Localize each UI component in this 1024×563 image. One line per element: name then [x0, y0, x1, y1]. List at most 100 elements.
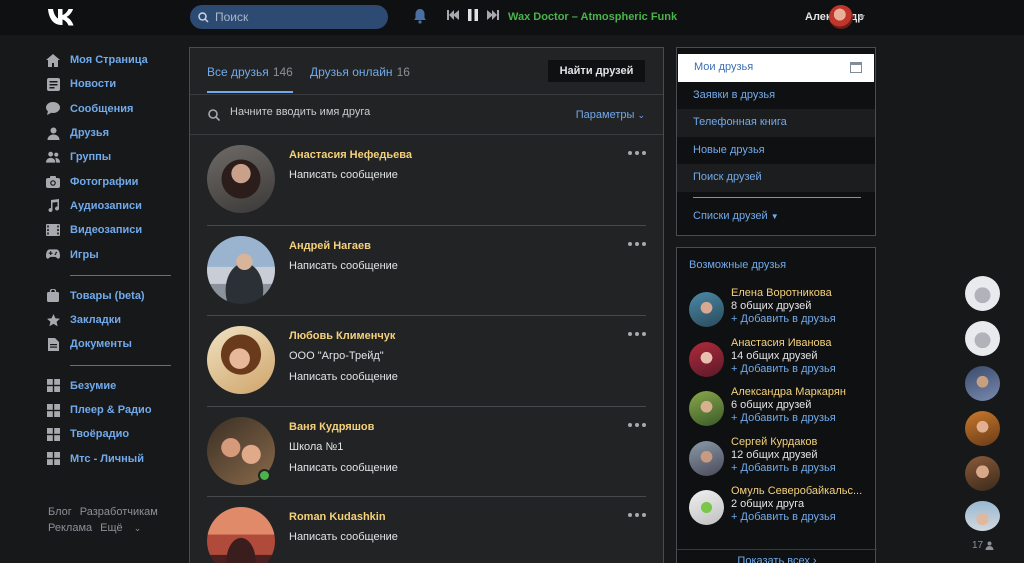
more-actions-icon[interactable] [628, 151, 646, 155]
menu-item-4[interactable]: Поиск друзей [677, 164, 875, 192]
more-actions-icon[interactable] [628, 422, 646, 427]
parameters-dropdown[interactable]: Параметры ⌄ [576, 109, 645, 121]
friends-list: Анастасия Нефедьева Написать сообщение Анд… [190, 135, 663, 563]
write-message-link[interactable]: Написать сообщение [289, 371, 398, 383]
chevron-down-icon[interactable] [859, 15, 865, 19]
add-friend-button[interactable]: + Добавить в друзья [731, 511, 836, 523]
chat-avatar[interactable] [965, 276, 1000, 311]
vk-logo-icon[interactable] [46, 6, 76, 28]
possible-friend-avatar[interactable] [689, 292, 724, 327]
friend-name[interactable]: Roman Kudashkin [289, 511, 386, 523]
write-message-link[interactable]: Написать сообщение [289, 260, 398, 272]
friend-avatar[interactable] [207, 326, 275, 394]
possible-friend-name[interactable]: Сергей Курдаков [731, 436, 817, 448]
nav-item-group1-4[interactable]: Группы [46, 145, 171, 169]
left-navigation: Моя Страница Новости Сообщения Друзья Группы… [46, 48, 171, 471]
nav-item-group1-3[interactable]: Друзья [46, 121, 171, 145]
footer-blog-link[interactable]: Блог [48, 506, 72, 518]
write-message-link[interactable]: Написать сообщение [289, 169, 398, 181]
friend-name[interactable]: Любовь Клименчук [289, 330, 395, 342]
nav-item-group1-1[interactable]: Новости [46, 72, 171, 96]
possible-friend-name[interactable]: Елена Воротникова [731, 287, 832, 299]
write-message-link[interactable]: Написать сообщение [289, 531, 398, 543]
possible-friend-avatar[interactable] [689, 490, 724, 525]
add-friend-button[interactable]: + Добавить в друзья [731, 363, 836, 375]
nav-item-group3-0[interactable]: Безумие [46, 374, 171, 398]
calendar-icon[interactable] [850, 62, 862, 73]
add-friend-button[interactable]: + Добавить в друзья [731, 462, 836, 474]
nav-item-group1-7[interactable]: Видеозаписи [46, 218, 171, 242]
footer-more-link[interactable]: Ещё ⌄ [100, 522, 149, 534]
friend-name[interactable]: Ваня Кудряшов [289, 421, 374, 433]
chat-avatar[interactable] [965, 501, 1000, 531]
friend-search-input[interactable] [230, 106, 510, 118]
nav-item-group3-3[interactable]: Мтс - Личный [46, 446, 171, 470]
possible-friend-name[interactable]: Александра Маркарян [731, 386, 846, 398]
write-message-link[interactable]: Написать сообщение [289, 462, 398, 474]
nav-item-group1-8[interactable]: Игры [46, 242, 171, 266]
chat-count[interactable]: 17 [972, 540, 994, 551]
search-input[interactable] [215, 10, 375, 24]
previous-track-icon[interactable] [447, 10, 459, 20]
nav-item-group1-0[interactable]: Моя Страница [46, 48, 171, 72]
show-all-link[interactable]: Показать всех › [677, 549, 877, 563]
nav-item-group2-0[interactable]: Товары (beta) [46, 284, 171, 308]
possible-friend-name[interactable]: Омуль Северобайкальс... [731, 485, 862, 497]
possible-friend-avatar[interactable] [689, 440, 724, 476]
chat-avatar[interactable] [965, 411, 1000, 446]
search-box[interactable] [190, 5, 388, 29]
chat-avatar[interactable] [965, 321, 1000, 356]
nav-item-label: Друзья [70, 127, 110, 140]
possible-friend-avatar[interactable] [689, 391, 724, 426]
user-avatar[interactable] [829, 5, 853, 29]
add-friend-button[interactable]: + Добавить в друзья [731, 313, 836, 325]
friend-name[interactable]: Анастасия Нефедьева [289, 149, 412, 161]
possible-friend-name[interactable]: Анастасия Иванова [731, 337, 832, 349]
common-friends-count[interactable]: 14 общих друзей [731, 350, 818, 362]
nav-item-group1-6[interactable]: Аудиозаписи [46, 194, 171, 218]
friend-avatar[interactable] [207, 145, 275, 213]
pause-icon[interactable] [468, 9, 478, 21]
find-friends-button[interactable]: Найти друзей [548, 60, 645, 82]
friend-name[interactable]: Андрей Нагаев [289, 240, 371, 252]
tab-all-friends[interactable]: Все друзья 146 [207, 65, 293, 93]
nav-item-group2-1[interactable]: Закладки [46, 308, 171, 332]
add-friend-label: Добавить в друзья [740, 362, 836, 375]
friend-avatar[interactable] [207, 235, 275, 304]
chat-avatar[interactable] [965, 366, 1000, 401]
bell-icon[interactable] [413, 8, 427, 24]
messages-icon [46, 102, 60, 116]
common-friends-count[interactable]: 2 общих друга [731, 498, 804, 510]
nav-item-group1-5[interactable]: Фотографии [46, 169, 171, 193]
menu-item-0[interactable]: Мои друзья [678, 54, 874, 82]
friend-lists-dropdown[interactable]: Списки друзей ▼ [677, 203, 875, 231]
app-icon [46, 427, 60, 441]
groups-icon [46, 150, 60, 164]
menu-item-1[interactable]: Заявки в друзья [677, 82, 875, 110]
chevron-right-icon: › [812, 555, 817, 563]
nav-item-label: Товары (beta) [70, 289, 145, 302]
next-track-icon[interactable] [487, 10, 499, 20]
more-actions-icon[interactable] [628, 241, 646, 246]
more-actions-icon[interactable] [628, 332, 646, 336]
tab-online-friends[interactable]: Друзья онлайн 16 [310, 65, 410, 79]
add-friend-button[interactable]: + Добавить в друзья [731, 412, 836, 424]
possible-friend-avatar[interactable] [689, 341, 724, 377]
now-playing-track[interactable]: Wax Doctor – Atmospheric Funk [508, 11, 677, 23]
common-friends-count[interactable]: 6 общих друзей [731, 399, 811, 411]
nav-item-group1-2[interactable]: Сообщения [46, 97, 171, 121]
nav-item-group3-2[interactable]: Твоёрадио [46, 422, 171, 446]
nav-item-group2-2[interactable]: Документы [46, 332, 171, 356]
footer-dev-link[interactable]: Разработчикам [80, 506, 158, 518]
footer-ads-link[interactable]: Реклама [48, 522, 92, 534]
menu-item-3[interactable]: Новые друзья [677, 137, 875, 165]
chat-avatar[interactable] [965, 456, 1000, 491]
common-friends-count[interactable]: 8 общих друзей [731, 300, 811, 312]
common-friends-count[interactable]: 12 общих друзей [731, 449, 818, 461]
nav-item-group3-1[interactable]: Плеер & Радио [46, 398, 171, 422]
more-actions-icon[interactable] [628, 513, 646, 517]
menu-item-2[interactable]: Телефонная книга [677, 109, 875, 137]
nav-item-label: Видеозаписи [70, 224, 143, 237]
friend-avatar[interactable] [207, 507, 275, 563]
possible-friends-title[interactable]: Возможные друзья [689, 259, 786, 271]
